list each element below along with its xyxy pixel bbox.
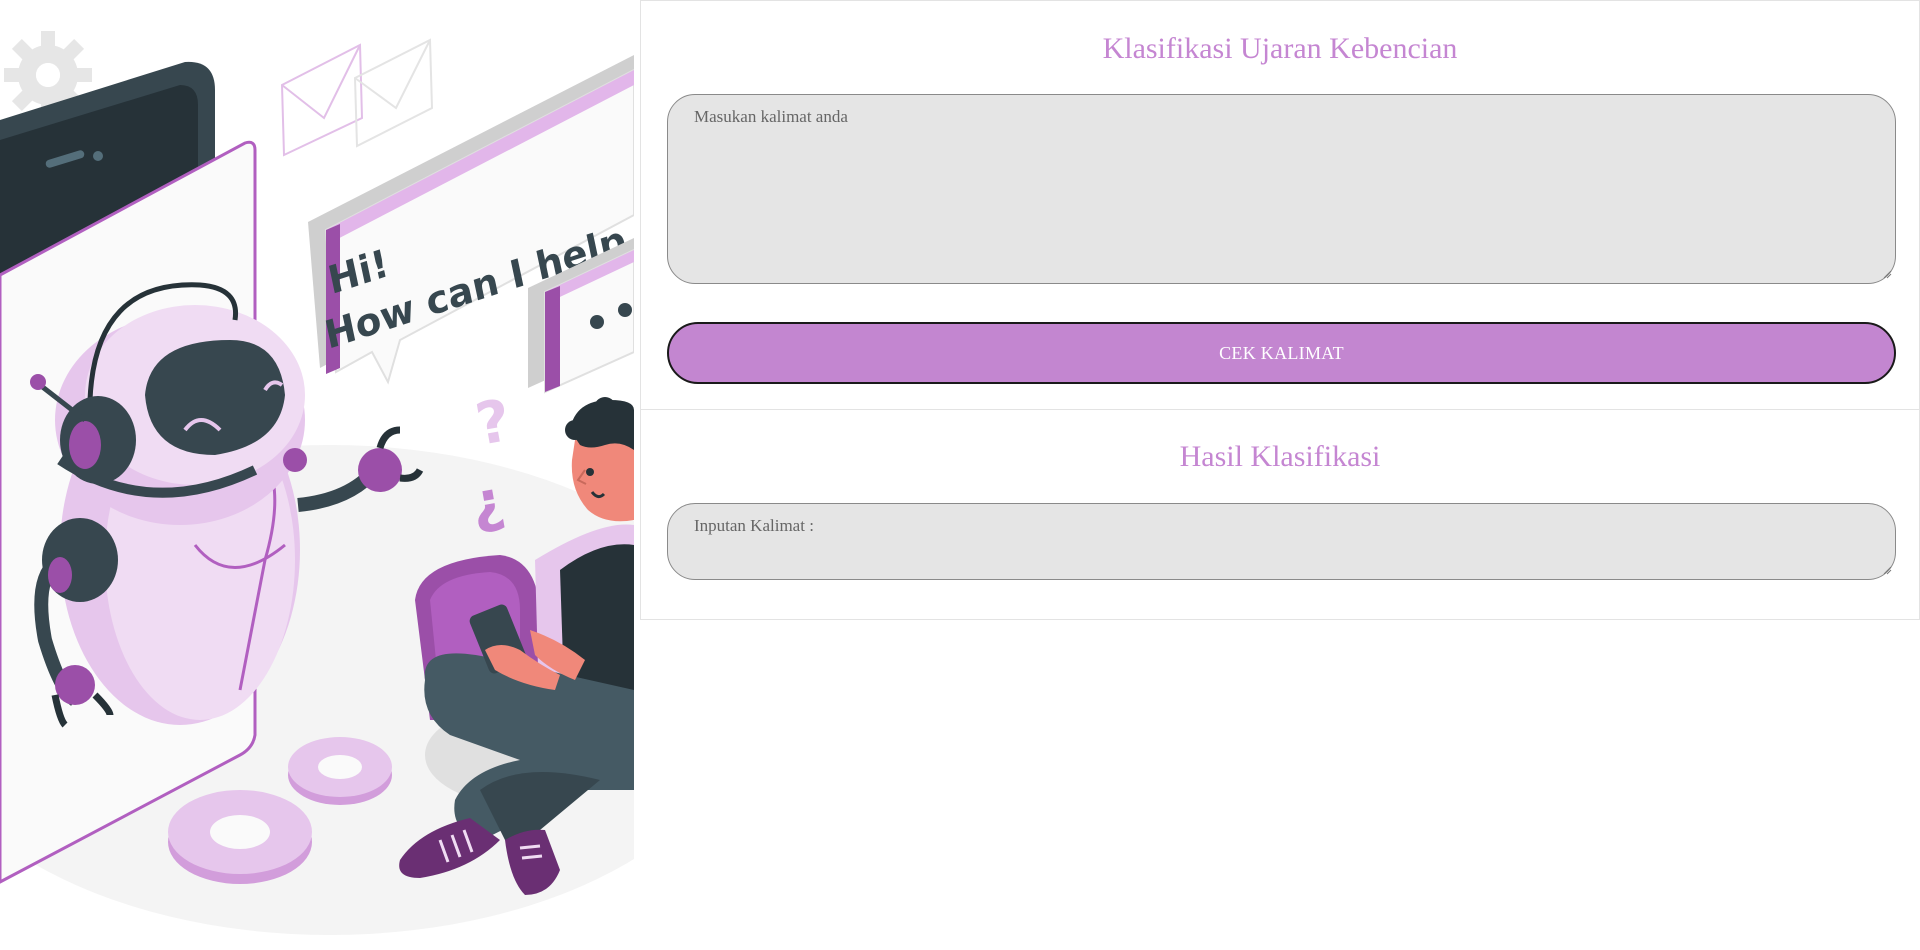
question-mark-icon: ?: [471, 386, 516, 459]
result-output-field[interactable]: [667, 503, 1896, 580]
envelope-icon: [280, 43, 364, 157]
gear-icon: [168, 790, 312, 884]
resize-grip-icon[interactable]: [1882, 269, 1892, 279]
sentence-input[interactable]: [667, 94, 1896, 284]
classification-form-card: Klasifikasi Ujaran Kebencian CEK KALIMAT: [640, 0, 1920, 410]
check-sentence-button[interactable]: CEK KALIMAT: [667, 322, 1896, 384]
result-title: Hasil Klasifikasi: [1179, 440, 1381, 473]
gear-icon: [288, 737, 392, 805]
page: Hi! How can I help you? ? ?: [0, 0, 1920, 950]
chatbot-illustration: Hi! How can I help you? ? ?: [0, 0, 634, 950]
resize-grip-icon[interactable]: [1882, 565, 1892, 575]
form-title: Klasifikasi Ujaran Kebencian: [1102, 32, 1458, 65]
classification-result-card: Hasil Klasifikasi: [640, 409, 1920, 620]
envelope-icon: [353, 38, 434, 148]
